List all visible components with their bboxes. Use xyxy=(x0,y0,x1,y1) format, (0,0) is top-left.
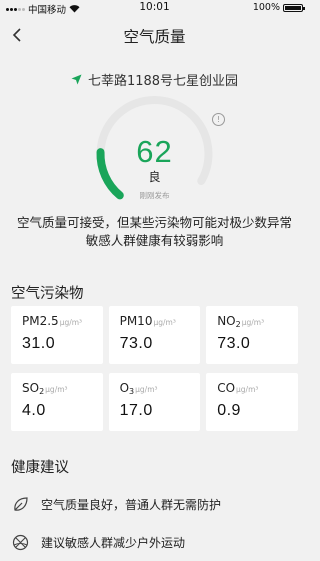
pollutant-card-o3[interactable]: O3μg/m³ 17.0 xyxy=(108,373,201,431)
battery-percent: 100% xyxy=(252,2,280,13)
advice-text: 建议敏感人群减少户外运动 xyxy=(41,535,186,550)
pollutant-card-no2[interactable]: NO2μg/m³ 73.0 xyxy=(206,306,298,364)
page-title: 空气质量 xyxy=(123,28,186,46)
pollutant-value: 0.9 xyxy=(217,402,241,419)
aqi-value: 62 xyxy=(136,134,173,169)
aqi-level: 良 xyxy=(148,170,161,184)
pollutant-card-pm10[interactable]: PM10μg/m³ 73.0 xyxy=(108,306,201,364)
nav-bar: 空气质量 xyxy=(0,16,309,54)
description-line-2: 敏感人群健康有较弱影响 xyxy=(85,233,224,248)
air-quality-description: 空气质量可接受，但某些污染物可能对极少数异常 敏感人群健康有较弱影响 xyxy=(10,214,299,250)
pollutant-card-co[interactable]: COμg/m³ 0.9 xyxy=(206,373,298,431)
pollutant-grid: PM2.5μg/m³ 31.0 PM10μg/m³ 73.0 NO2μg/m³ … xyxy=(11,306,298,440)
navigation-arrow-icon xyxy=(71,74,82,85)
basketball-icon xyxy=(12,534,29,550)
pollutant-value: 4.0 xyxy=(22,402,46,419)
location-name: 七莘路1188号七星创业园 xyxy=(87,74,239,89)
advice-item: 建议敏感人群减少户外运动 xyxy=(12,523,302,561)
pollutant-name: COμg/m³ xyxy=(217,381,259,395)
location-row: 七莘路1188号七星创业园 xyxy=(0,70,309,89)
pollutant-name: SO2μg/m³ xyxy=(22,381,68,396)
info-icon[interactable]: ! xyxy=(212,113,225,126)
leaf-icon xyxy=(14,496,28,511)
advice-text: 空气质量良好，普通人群无需防护 xyxy=(41,497,222,512)
battery-icon xyxy=(283,3,305,12)
pollutant-value: 73.0 xyxy=(217,335,251,352)
pollutant-name: PM2.5μg/m³ xyxy=(22,314,83,328)
pollutant-name: PM10μg/m³ xyxy=(119,314,176,328)
pollutant-card-pm25[interactable]: PM2.5μg/m³ 31.0 xyxy=(11,306,103,364)
pollutant-value: 31.0 xyxy=(22,335,56,352)
advice-item: 空气质量良好，普通人群无需防护 xyxy=(12,485,302,523)
pollutant-name: NO2μg/m³ xyxy=(217,314,265,329)
pollutant-value: 73.0 xyxy=(119,335,153,352)
pollutants-title: 空气污染物 xyxy=(11,286,84,302)
pollutant-value: 17.0 xyxy=(119,402,153,419)
pollutant-name: O3μg/m³ xyxy=(119,381,158,396)
publish-status: 刚刚发布 xyxy=(139,191,170,200)
status-bar-right: 100% xyxy=(252,2,305,13)
description-line-1: 空气质量可接受，但某些污染物可能对极少数异常 xyxy=(16,215,292,230)
status-bar: 中国移动 10:01 100% xyxy=(0,0,309,16)
health-advice-title: 健康建议 xyxy=(11,460,69,476)
pollutant-card-so2[interactable]: SO2μg/m³ 4.0 xyxy=(11,373,103,431)
